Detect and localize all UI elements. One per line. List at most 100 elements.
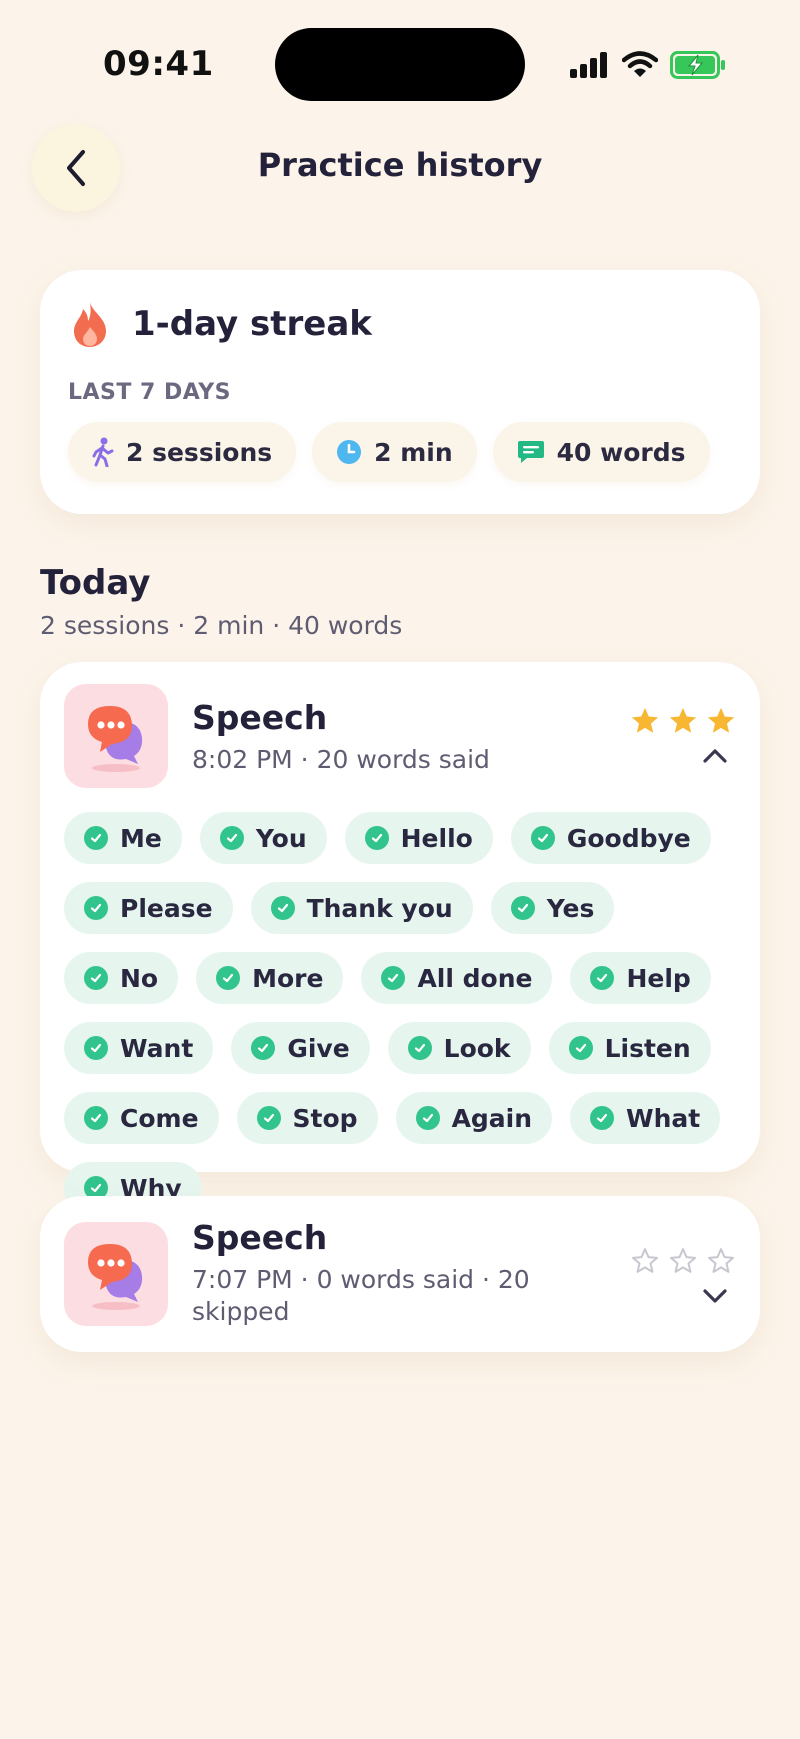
speech-app-icon <box>64 684 168 788</box>
stat-words: 40 words <box>492 422 710 482</box>
word-chip: Me <box>64 812 182 864</box>
stat-minutes-label: 2 min <box>374 437 453 467</box>
star-filled-icon <box>669 707 697 733</box>
word-chip: Goodbye <box>510 812 711 864</box>
stat-minutes: 2 min <box>312 422 477 482</box>
word-label: Give <box>287 1033 350 1063</box>
word-chip: Hello <box>344 812 493 864</box>
word-label: Again <box>451 1103 533 1133</box>
star-filled-icon <box>707 707 735 733</box>
word-label: Look <box>443 1033 511 1063</box>
word-chip: Thank you <box>250 882 473 934</box>
check-circle-icon <box>381 966 406 990</box>
dynamic-island <box>275 28 525 101</box>
speech-bubbles-icon <box>88 706 143 772</box>
status-icons <box>570 48 726 82</box>
word-chip: Look <box>387 1022 531 1074</box>
session-card[interactable]: Speech 7:07 PM · 0 words said · 20 skipp… <box>40 1196 760 1352</box>
word-label: Help <box>626 963 691 993</box>
word-chip: You <box>199 812 327 864</box>
check-circle-icon <box>415 1106 440 1130</box>
chat-bubble-icon <box>517 441 544 463</box>
word-chip: Want <box>64 1022 214 1074</box>
streak-title: 1-day streak <box>132 304 372 344</box>
word-chip: What <box>570 1092 721 1144</box>
check-circle-icon <box>364 826 389 850</box>
wifi-icon <box>622 51 658 77</box>
word-label: Listen <box>604 1033 691 1063</box>
word-label: Please <box>120 893 213 923</box>
stat-words-label: 40 words <box>556 437 686 467</box>
stats-row: 2 sessions 2 min 40 words <box>68 422 710 482</box>
page-title: Practice history <box>257 146 543 184</box>
word-label: Want <box>120 1033 194 1063</box>
session-name: Speech <box>192 1218 328 1257</box>
cellular-signal-icon <box>570 52 607 78</box>
word-label: Me <box>120 823 162 853</box>
word-label: Stop <box>292 1103 358 1133</box>
session-meta: 7:07 PM · 0 words said · 20 skipped <box>192 1265 530 1326</box>
word-label: Come <box>120 1103 199 1133</box>
word-chip: Help <box>570 952 711 1004</box>
battery-charging-icon <box>670 51 725 79</box>
check-circle-icon <box>590 966 615 990</box>
status-bar: 09:41 <box>0 0 800 130</box>
word-chip: Come <box>64 1092 219 1144</box>
star-filled-icon <box>631 707 659 733</box>
word-label: Goodbye <box>566 823 691 853</box>
word-chips: Me You Hello Goodbye Please Thank you Ye… <box>64 812 744 1214</box>
check-circle-icon <box>530 826 555 850</box>
check-circle-icon <box>256 1106 281 1130</box>
check-circle-icon <box>251 1036 276 1060</box>
word-chip: Listen <box>548 1022 711 1074</box>
section-summary: 2 sessions · 2 min · 40 words <box>40 611 403 640</box>
word-chip: Yes <box>490 882 615 934</box>
session-name: Speech <box>192 698 328 737</box>
stat-sessions: 2 sessions <box>68 422 297 482</box>
status-time: 09:41 <box>103 44 214 84</box>
check-circle-icon <box>84 966 108 990</box>
streak-card: 1-day streak LAST 7 DAYS 2 sessions 2 mi… <box>40 270 760 514</box>
check-circle-icon <box>590 1106 615 1130</box>
check-circle-icon <box>84 826 108 850</box>
speech-bubbles-icon <box>88 1244 143 1310</box>
stat-sessions-label: 2 sessions <box>126 437 273 467</box>
check-circle-icon <box>568 1036 593 1060</box>
check-circle-icon <box>407 1036 432 1060</box>
session-card[interactable]: Speech 8:02 PM · 20 words said Me You He… <box>40 662 760 1214</box>
star-rating <box>630 1246 736 1276</box>
word-chip: Give <box>231 1022 370 1074</box>
word-label: Hello <box>400 823 473 853</box>
word-chip: All done <box>361 952 553 1004</box>
word-chip: Stop <box>236 1092 378 1144</box>
word-label: Thank you <box>306 893 453 923</box>
star-rating <box>630 706 736 736</box>
check-circle-icon <box>84 896 108 920</box>
chevron-down-icon[interactable] <box>702 1288 728 1304</box>
word-label: What <box>626 1103 701 1133</box>
clock-icon <box>337 440 362 464</box>
speech-app-icon <box>64 1222 168 1326</box>
check-circle-icon <box>84 1036 108 1060</box>
check-circle-icon <box>270 896 295 920</box>
session-meta: 8:02 PM · 20 words said <box>192 745 490 774</box>
period-label: LAST 7 DAYS <box>68 380 231 405</box>
word-label: Yes <box>546 893 595 923</box>
check-circle-icon <box>510 896 535 920</box>
check-circle-icon <box>84 1106 108 1130</box>
star-empty-icon <box>632 1248 658 1273</box>
word-label: No <box>120 963 159 993</box>
check-circle-icon <box>216 966 241 990</box>
section-title-today: Today <box>40 563 151 603</box>
word-chip: Please <box>64 882 233 934</box>
star-empty-icon <box>708 1248 734 1273</box>
flame-icon <box>74 302 106 347</box>
walking-person-icon <box>92 437 114 467</box>
word-chip: Again <box>395 1092 553 1144</box>
chevron-up-icon[interactable] <box>702 748 728 764</box>
word-label: More <box>252 963 324 993</box>
word-label: You <box>255 823 307 853</box>
check-circle-icon <box>219 826 244 850</box>
word-chip: More <box>196 952 344 1004</box>
word-chip: No <box>64 952 179 1004</box>
